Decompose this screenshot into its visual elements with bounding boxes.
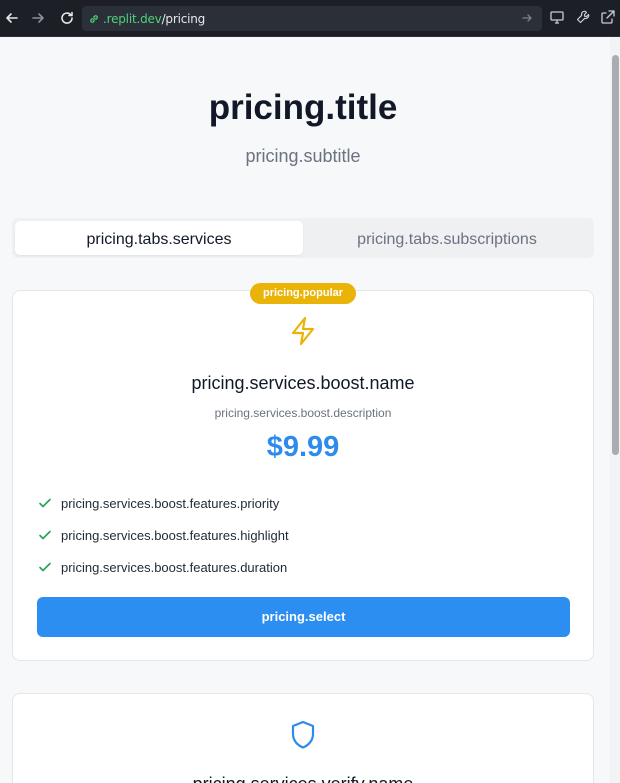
go-button[interactable] [520, 11, 534, 30]
scrollbar-thumb[interactable] [612, 55, 619, 455]
feature-item: pricing.services.boost.features.highligh… [37, 519, 289, 551]
page-title: pricing.title [208, 88, 398, 127]
pricing-card-verify: pricing.services.verify.name [12, 693, 594, 783]
check-icon [37, 495, 53, 511]
feature-item: pricing.services.boost.features.priority [37, 487, 289, 519]
devices-button[interactable] [549, 9, 567, 27]
shield-icon [289, 719, 317, 756]
arrow-right-icon [522, 14, 532, 22]
select-button[interactable]: pricing.select [37, 597, 570, 637]
arrow-left-icon [6, 13, 18, 23]
feature-list: pricing.services.boost.features.priority… [37, 487, 289, 583]
popular-badge: pricing.popular [250, 283, 356, 304]
url-path: /pricing [161, 11, 206, 26]
url-domain: .replit.dev [103, 11, 162, 26]
pricing-card-boost: pricing.services.boost.name pricing.serv… [12, 290, 594, 661]
check-icon [37, 527, 53, 543]
browser-toolbar: .replit.dev/pricing [0, 0, 620, 37]
devtools-button[interactable] [575, 9, 593, 27]
wrench-icon [576, 10, 590, 24]
feature-label: pricing.services.boost.features.highligh… [61, 527, 289, 543]
pricing-tabs: pricing.tabs.services pricing.tabs.subsc… [12, 218, 594, 258]
url-text: .replit.dev/pricing [103, 12, 205, 26]
reload-icon [61, 11, 73, 24]
service-price: $9.99 [266, 431, 340, 463]
feature-item: pricing.services.boost.features.duration [37, 551, 289, 583]
link-icon [88, 13, 100, 25]
reload-button[interactable] [57, 8, 77, 28]
external-link-icon [601, 10, 615, 24]
back-button[interactable] [2, 8, 22, 28]
service-name: pricing.services.boost.name [191, 373, 415, 393]
check-icon [37, 559, 53, 575]
feature-label: pricing.services.boost.features.priority [61, 495, 280, 511]
forward-button[interactable] [28, 8, 48, 28]
arrow-right-icon [32, 13, 44, 23]
address-bar[interactable]: .replit.dev/pricing [82, 6, 542, 31]
page-subtitle: pricing.subtitle [245, 146, 361, 166]
service-description: pricing.services.boost.description [214, 406, 392, 420]
monitor-icon [550, 11, 564, 24]
open-external-button[interactable] [600, 9, 618, 27]
service-name: pricing.services.verify.name [13, 774, 593, 783]
tab-subscriptions[interactable]: pricing.tabs.subscriptions [303, 221, 591, 255]
feature-label: pricing.services.boost.features.duration [61, 559, 288, 575]
tab-services[interactable]: pricing.tabs.services [15, 221, 303, 255]
lightning-icon [288, 315, 318, 352]
